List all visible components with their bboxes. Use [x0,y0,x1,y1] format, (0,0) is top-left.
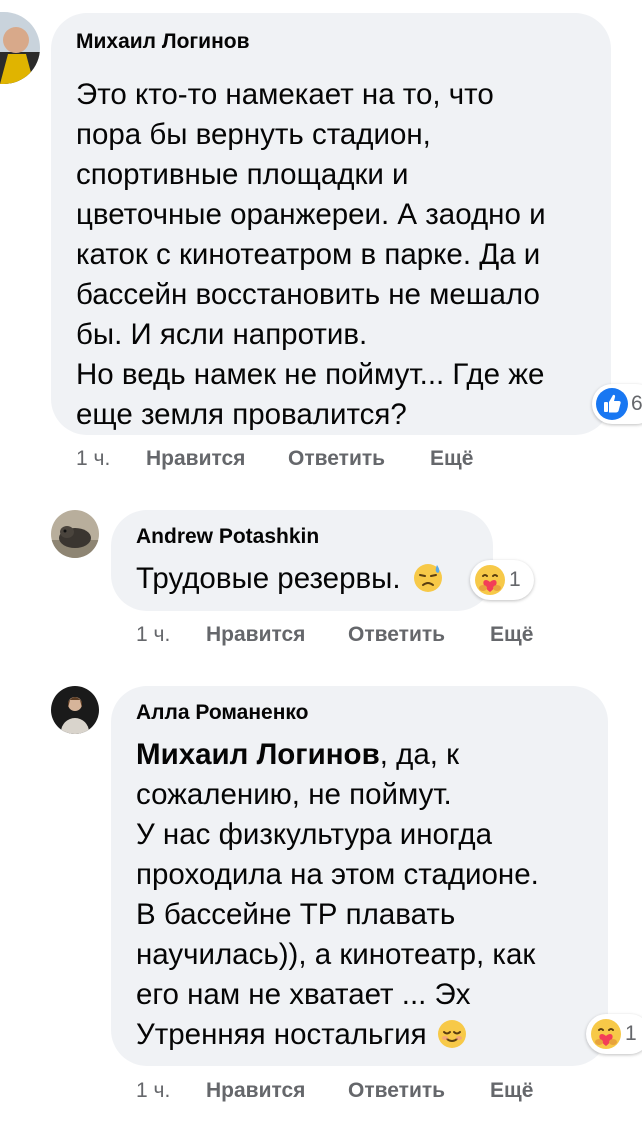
comment-actions: 1 ч. Нравится Ответить Ещё [76,447,496,473]
comment-text-line: Но ведь намек не поймут... Где же [76,358,545,391]
comment-text-line: бы. И ясли напротив. [76,318,368,351]
comment-actions: 1 ч. Нравится Ответить Ещё [136,623,556,649]
reaction-summary[interactable]: 6 [592,384,642,424]
comment-text-line: цветочные оранжереи. А заодно и [76,198,546,231]
comment-text-line: пора бы вернуть стадион, [76,118,431,151]
comment-bubble: Михаил Логинов Это кто-то намекает на то… [51,13,611,435]
more-button[interactable]: Ещё [490,623,533,647]
comment-text: Это кто-то намекает на то, что пора бы в… [76,75,546,435]
comment-bubble: Andrew Potashkin Трудовые резервы. [111,510,493,611]
comment-text-line: Это кто-то намекает на то, что [76,78,494,111]
care-hug-icon [475,565,505,595]
comment-text-line: сожалению, не поймут. [136,778,452,811]
reaction-count: 1 [509,568,521,591]
comment-text-line: научилась)), а кинотеатр, как [136,938,536,971]
more-button[interactable]: Ещё [430,447,473,471]
avatar-alla-romanenko[interactable] [51,686,99,734]
comment-time[interactable]: 1 ч. [136,1079,170,1103]
comment-text-line: его нам не хватает ... Эх [136,978,471,1011]
care-hug-icon [591,1019,621,1049]
comment-text: Михаил Логинов, да, к сожалению, не пойм… [136,735,539,1055]
more-button[interactable]: Ещё [490,1079,533,1103]
avatar-photo [51,510,99,558]
reaction-count: 1 [625,1022,637,1045]
like-button[interactable]: Нравится [206,1079,305,1103]
comment-text-content: Утренняя ностальгия [136,1018,427,1051]
comment-time[interactable]: 1 ч. [76,447,110,471]
comment-text-line: спортивные площадки и [76,158,409,191]
comment-text-line: каток с кинотеатром в парке. Да и [76,238,541,271]
avatar-photo [51,686,99,734]
comment-text-line: Утренняя ностальгия [136,1015,539,1055]
comment-text-line: У нас физкультура иногда [136,818,492,851]
comment-text-line: Трудовые резервы. [136,559,443,599]
downcast-sweat-emoji [413,564,442,592]
comment-time[interactable]: 1 ч. [136,623,170,647]
mention-link[interactable]: Михаил Логинов [136,738,380,771]
comment-text: Трудовые резервы. [136,559,443,599]
comments-thread: Михаил Логинов Это кто-то намекает на то… [0,0,642,1138]
reaction-summary[interactable]: 1 [470,560,534,600]
like-button[interactable]: Нравится [146,447,245,471]
reaction-summary[interactable]: 1 [586,1014,642,1054]
avatar-photo [0,12,40,84]
like-button[interactable]: Нравится [206,623,305,647]
comment-text-content: Трудовые резервы. [136,562,401,595]
comment-text-line: еще земля провалится? [76,398,407,431]
comment-text-line: В бассейне ТР плавать [136,898,456,931]
comment-text-line: проходила на этом стадионе. [136,858,539,891]
reaction-count: 6 [631,392,642,415]
avatar-andrew-potashkin[interactable] [51,510,99,558]
comment-text-line: Михаил Логинов, да, к [136,735,539,775]
relieved-face-emoji [437,1020,466,1048]
reply-button[interactable]: Ответить [348,623,445,647]
reply-button[interactable]: Ответить [348,1079,445,1103]
comment-actions: 1 ч. Нравится Ответить Ещё [136,1079,556,1105]
avatar-mikhail-loginov[interactable] [0,12,40,84]
reply-button[interactable]: Ответить [288,447,385,471]
comment-author[interactable]: Andrew Potashkin [136,525,319,549]
comment-text-line: бассейн восстановить не мешало [76,278,540,311]
comment-text-content: , да, к [379,738,460,771]
comment-author[interactable]: Алла Романенко [136,701,308,725]
like-icon [596,388,628,420]
comment-author[interactable]: Михаил Логинов [76,30,250,54]
comment-bubble: Алла Романенко Михаил Логинов, да, к сож… [111,686,608,1066]
